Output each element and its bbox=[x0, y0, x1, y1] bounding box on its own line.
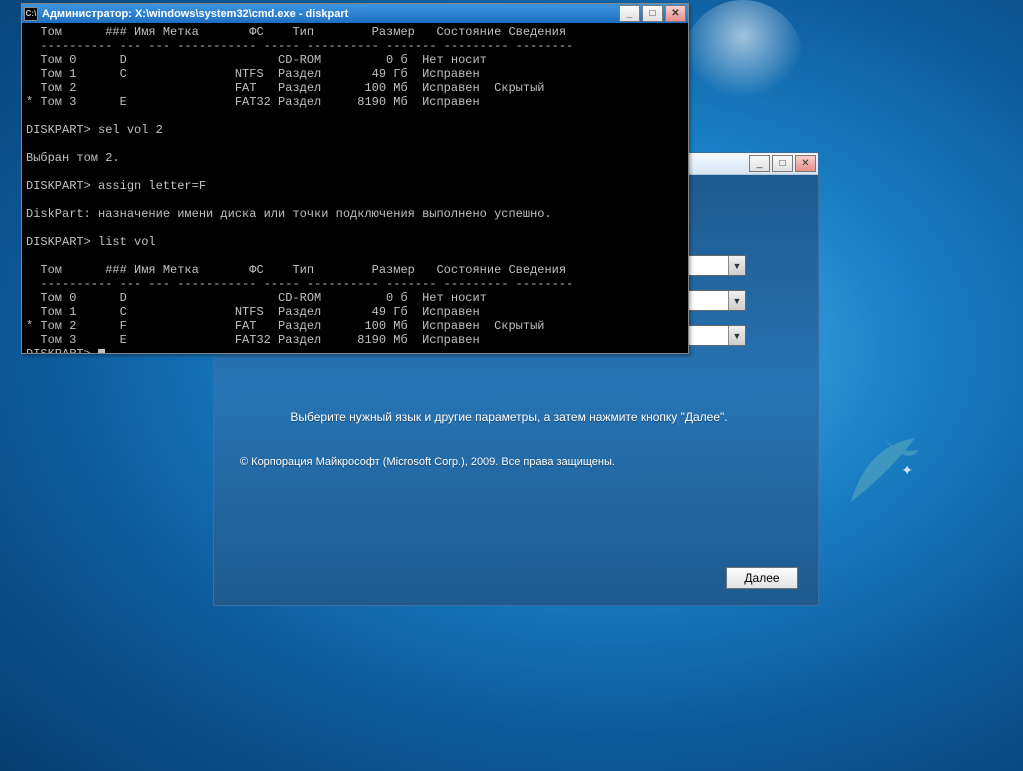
cmd-output[interactable]: Том ### Имя Метка ФС Тип Размер Состояни… bbox=[22, 23, 688, 353]
minimize-button[interactable]: _ bbox=[749, 155, 770, 172]
cmd-titlebar[interactable]: C:\ Администратор: X:\windows\system32\c… bbox=[22, 4, 688, 23]
cmd-close-button[interactable]: ✕ bbox=[665, 5, 686, 22]
cmd-window: C:\ Администратор: X:\windows\system32\c… bbox=[21, 3, 689, 354]
chevron-down-icon: ▼ bbox=[728, 256, 745, 275]
next-button-label: Далее bbox=[744, 571, 779, 585]
background-flare bbox=[683, 0, 803, 120]
instruction-text: Выберите нужный язык и другие параметры,… bbox=[226, 410, 792, 424]
cmd-maximize-button[interactable]: □ bbox=[642, 5, 663, 22]
chevron-down-icon: ▼ bbox=[728, 291, 745, 310]
cmd-minimize-button[interactable]: _ bbox=[619, 5, 640, 22]
chevron-down-icon: ▼ bbox=[728, 326, 745, 345]
background-bird-icon: ✦ bbox=[901, 462, 913, 479]
maximize-button[interactable]: □ bbox=[772, 155, 793, 172]
cmd-icon: C:\ bbox=[24, 7, 38, 21]
cmd-title: Администратор: X:\windows\system32\cmd.e… bbox=[42, 8, 617, 20]
copyright-text: © Корпорация Майкрософт (Microsoft Corp.… bbox=[226, 456, 792, 468]
close-button[interactable]: ✕ bbox=[795, 155, 816, 172]
next-button[interactable]: Далее bbox=[726, 567, 798, 589]
